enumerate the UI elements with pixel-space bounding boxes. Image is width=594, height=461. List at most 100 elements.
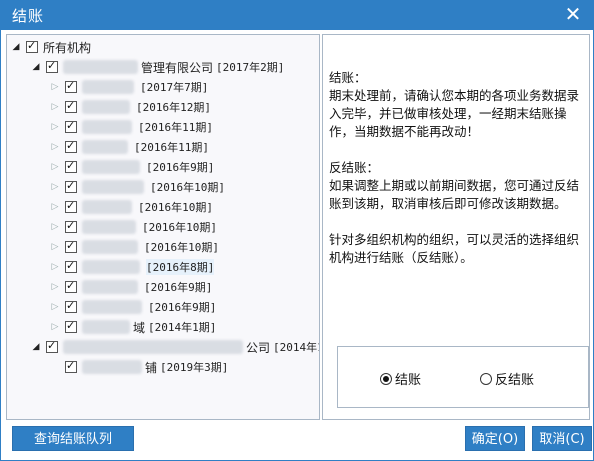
reopen-heading: 反结账： (329, 160, 380, 175)
tree-node-child[interactable]: ▷ [2016年12期] (50, 97, 211, 117)
expand-icon[interactable]: ▷ (50, 302, 60, 312)
redacted-text (82, 300, 142, 314)
child-checkbox[interactable] (65, 119, 77, 133)
radio-selected-icon[interactable] (380, 372, 392, 385)
child-name: 域 (133, 320, 146, 335)
redacted-text (82, 100, 130, 114)
org2-period: [2014年1 (273, 341, 320, 354)
redacted-text (82, 220, 136, 234)
collapse-icon[interactable]: ◢ (31, 342, 41, 352)
expand-icon[interactable]: ▷ (50, 282, 60, 292)
tree-node-child[interactable]: ▷ [2016年11期] (50, 117, 213, 137)
redacted-text (82, 160, 140, 174)
query-queue-button[interactable]: 查询结账队列 (12, 426, 134, 451)
close-heading: 结账： (329, 70, 367, 85)
child-checkbox[interactable] (65, 239, 77, 253)
tree-node-child[interactable]: ▷ [2016年11期] (50, 137, 209, 157)
root-checkbox[interactable] (26, 39, 38, 53)
reopen-description: 反结账： 如果调整上期或以前期间数据，您可通过反结账到该期，取消审核后即可修改该… (329, 159, 587, 213)
expand-icon[interactable]: ▷ (50, 162, 60, 172)
child-period: [2019年3期] (160, 361, 229, 374)
child-period: [2016年11期] (134, 141, 209, 154)
expand-icon[interactable]: ▷ (50, 242, 60, 252)
mode-radio-group: 结账 反结账 (337, 346, 589, 408)
title-bar: 结账 ✕ (0, 0, 594, 30)
child-checkbox[interactable] (65, 199, 77, 213)
tree-node-child[interactable]: ▷ [2016年10期] (50, 217, 217, 237)
ok-button[interactable]: 确定(O) (465, 426, 525, 451)
org1-checkbox[interactable] (46, 59, 58, 73)
expand-icon[interactable]: ▷ (50, 202, 60, 212)
child-checkbox[interactable] (65, 319, 77, 333)
expand-icon[interactable]: ▷ (50, 182, 60, 192)
tree-node-child[interactable]: ▷ 域 [2014年1期] (50, 317, 217, 337)
child-name: 铺 (145, 360, 158, 375)
reopen-body: 如果调整上期或以前期间数据，您可通过反结账到该期，取消审核后即可修改该期数据。 (329, 178, 580, 211)
child-checkbox[interactable] (65, 179, 77, 193)
child-checkbox[interactable] (65, 299, 77, 313)
org2-checkbox[interactable] (46, 339, 58, 353)
child-checkbox[interactable] (65, 219, 77, 233)
redacted-text (82, 80, 134, 94)
radio-close-label: 结账 (395, 373, 422, 388)
redacted-text (63, 340, 243, 354)
child-period: [2016年9期] (146, 161, 215, 174)
child-period: [2016年9期] (144, 281, 213, 294)
org1-name: 管理有限公司 (141, 60, 214, 75)
expand-icon[interactable]: ▷ (50, 82, 60, 92)
redacted-text (82, 280, 138, 294)
redacted-text (82, 120, 132, 134)
child-checkbox[interactable] (65, 139, 77, 153)
redacted-text (82, 180, 144, 194)
collapse-icon[interactable]: ◢ (31, 62, 41, 72)
tree-node-org1[interactable]: ◢ 管理有限公司 [2017年2期] (31, 57, 285, 77)
tree-node-child[interactable]: ▷ [2017年7期] (50, 77, 208, 97)
tree-node-child[interactable]: ▷ [2016年9期] (50, 277, 212, 297)
child-checkbox[interactable] (65, 79, 77, 93)
tree-node-org2-child[interactable]: 铺 [2019年3期] (65, 357, 228, 377)
radio-reopen-label: 反结账 (495, 373, 535, 388)
redacted-text (82, 140, 128, 154)
expand-icon[interactable]: ▷ (50, 222, 60, 232)
expand-icon[interactable]: ▷ (50, 102, 60, 112)
child-period: [2016年10期] (142, 221, 217, 234)
child-period: [2016年9期] (148, 301, 217, 314)
expand-icon[interactable]: ▷ (50, 322, 60, 332)
multi-org-note: 针对多组织机构的组织，可以灵活的选择组织机构进行结账（反结账）。 (329, 232, 580, 265)
expand-icon[interactable]: ▷ (50, 122, 60, 132)
close-icon[interactable]: ✕ (562, 3, 584, 25)
child-period: [2016年10期] (150, 181, 225, 194)
tree-node-child[interactable]: ▷ [2016年9期] (50, 297, 216, 317)
tree-node-child[interactable]: ▷ [2016年10期] (50, 237, 219, 257)
expand-icon[interactable]: ▷ (50, 262, 60, 272)
redacted-text (63, 60, 138, 74)
tree-node-child[interactable]: ▷ [2016年9期] (50, 157, 214, 177)
tree-node-org2[interactable]: ◢ 公司 [2014年1 (31, 337, 320, 357)
redacted-text (82, 360, 142, 374)
tree-node-child[interactable]: ▷ [2016年8期] (50, 257, 215, 277)
child-period: [2016年10期] (138, 201, 213, 214)
collapse-icon[interactable]: ◢ (11, 42, 21, 52)
child-checkbox[interactable] (65, 159, 77, 173)
org1-period: [2017年2期] (216, 61, 285, 74)
child-checkbox[interactable] (65, 99, 77, 113)
child-checkbox[interactable] (65, 259, 77, 273)
tree-node-child[interactable]: ▷ [2016年10期] (50, 177, 225, 197)
root-label: 所有机构 (43, 40, 92, 55)
redacted-text (82, 200, 132, 214)
close-description: 结账： 期末处理前，请确认您本期的各项业务数据录入完毕，并已做审核处理，一经期末… (329, 69, 587, 141)
radio-reopen-period[interactable]: 反结账 (480, 369, 534, 388)
child-period: [2014年1期] (148, 321, 217, 334)
child-checkbox[interactable] (65, 279, 77, 293)
child-checkbox[interactable] (65, 359, 77, 373)
org-tree: ◢ 所有机构 ◢ 管理有限公司 [2017年2期] ▷ [2017年7期] ▷ [20… (6, 34, 320, 420)
tree-node-child[interactable]: ▷ [2016年10期] (50, 197, 213, 217)
cancel-button[interactable]: 取消(C) (532, 426, 592, 451)
child-period: [2016年8期] (146, 259, 215, 275)
tree-node-root[interactable]: ◢ 所有机构 (11, 37, 91, 57)
close-body: 期末处理前，请确认您本期的各项业务数据录入完毕，并已做审核处理，一经期末结账操作… (329, 88, 580, 139)
radio-close-period[interactable]: 结账 (380, 369, 421, 388)
expand-icon[interactable]: ▷ (50, 142, 60, 152)
radio-unselected-icon[interactable] (480, 372, 492, 385)
redacted-text (82, 260, 140, 274)
